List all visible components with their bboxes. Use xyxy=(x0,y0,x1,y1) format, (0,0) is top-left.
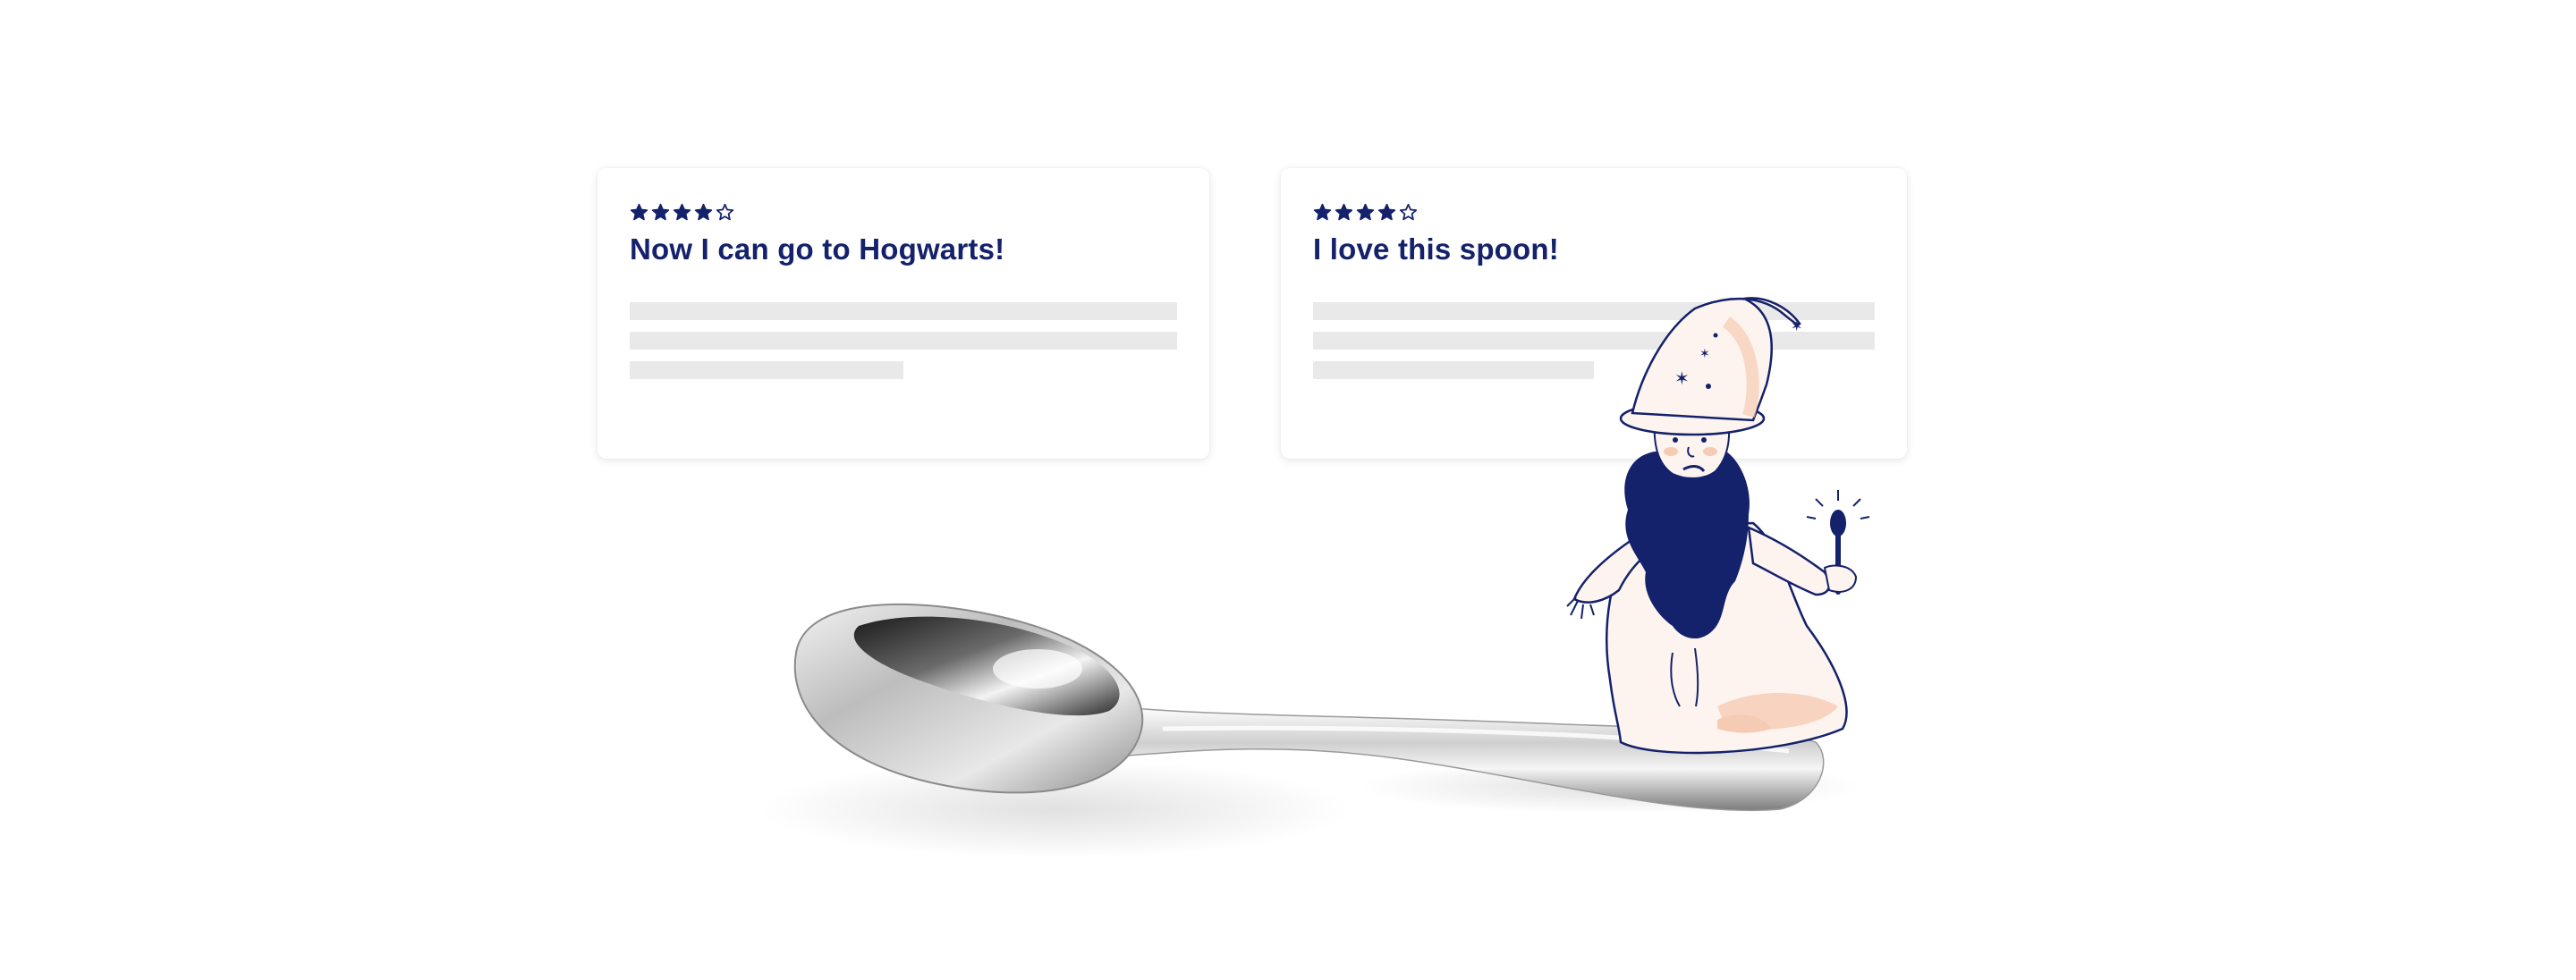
magic-spoon-icon xyxy=(1806,490,1870,595)
review-title: I love this spoon! xyxy=(1313,232,1559,266)
placeholder-line xyxy=(630,332,1177,350)
placeholder-line xyxy=(1313,332,1875,350)
star-filled-icon xyxy=(1313,203,1332,220)
spoon-shadow xyxy=(1360,760,1860,814)
spoon-image xyxy=(793,603,1825,812)
review-card: Now I can go to Hogwarts! xyxy=(597,168,1209,459)
star-filled-icon xyxy=(1377,203,1396,220)
review-body-placeholder xyxy=(1313,302,1875,379)
placeholder-line xyxy=(1313,361,1594,379)
star-filled-icon xyxy=(651,203,670,220)
rating-stars xyxy=(1313,200,1875,224)
star-filled-icon xyxy=(694,203,713,220)
review-card: I love this spoon! xyxy=(1281,168,1907,459)
star-filled-icon xyxy=(673,203,691,220)
star-filled-icon xyxy=(630,203,648,220)
star-outline-icon xyxy=(1399,203,1418,220)
review-body-placeholder xyxy=(630,302,1177,379)
spoon-shadow xyxy=(760,760,1351,858)
placeholder-line xyxy=(630,302,1177,320)
rating-stars xyxy=(630,200,1177,224)
star-outline-icon xyxy=(716,203,734,220)
star-filled-icon xyxy=(1356,203,1375,220)
star-filled-icon xyxy=(1335,203,1353,220)
placeholder-line xyxy=(1313,302,1875,320)
spoon-wizard-illustration: ✶ ✶ ✶ xyxy=(760,297,1870,858)
review-title: Now I can go to Hogwarts! xyxy=(630,232,1005,266)
placeholder-line xyxy=(630,361,903,379)
